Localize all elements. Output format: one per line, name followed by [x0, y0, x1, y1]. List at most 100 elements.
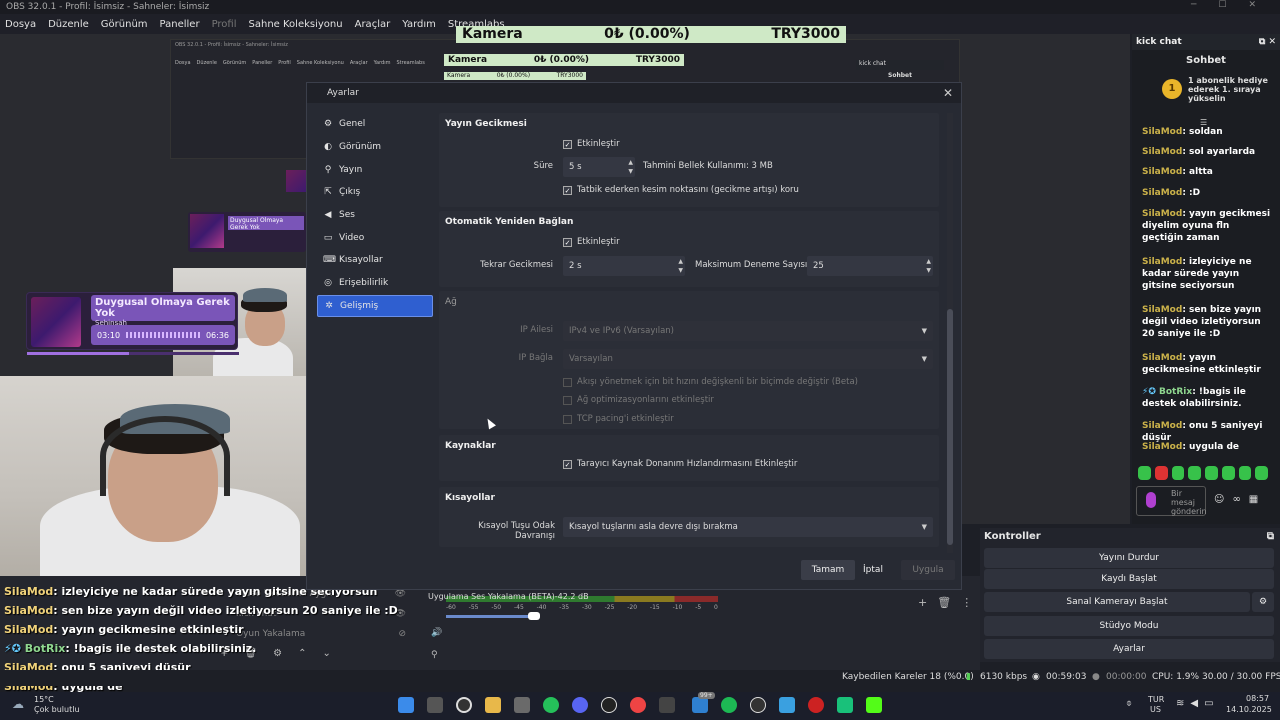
studio-mode-button[interactable]: Stüdyo Modu — [984, 616, 1274, 636]
weather-temp[interactable]: 15°C — [34, 695, 54, 704]
weather-desc[interactable]: Çok bulutlu — [34, 705, 80, 714]
cancel-button[interactable]: İptal — [851, 560, 895, 580]
spinner-icon[interactable]: ▲ ▼ — [628, 158, 633, 176]
close-icon[interactable]: ✕ — [943, 86, 953, 100]
nav-stream[interactable]: ⚲ Yayın — [317, 158, 433, 181]
input-language[interactable]: TUR — [1148, 695, 1164, 704]
checkbox[interactable]: ✓ — [563, 185, 572, 195]
obs-icon[interactable] — [750, 697, 766, 713]
menu-scene-collection[interactable]: Sahne Koleksiyonu — [249, 19, 343, 30]
kick-icon[interactable] — [866, 697, 882, 713]
wifi-icon[interactable]: ≋ — [1176, 698, 1184, 709]
whatsapp-icon[interactable] — [543, 697, 559, 713]
start-recording-button[interactable]: Kaydı Başlat — [984, 569, 1274, 589]
menu-profile[interactable]: Profil — [212, 19, 237, 30]
menu-file[interactable]: Dosya — [5, 19, 36, 30]
maximize-icon[interactable]: ☐ — [1218, 0, 1226, 14]
virtual-camera-settings-icon[interactable]: ⚙ — [1252, 592, 1274, 612]
link-icon[interactable]: ⚲ — [431, 650, 438, 660]
menu-view[interactable]: Görünüm — [101, 19, 148, 30]
nav-output[interactable]: ⇱ Çıkış — [317, 181, 433, 204]
menu-edit[interactable]: Düzenle — [48, 19, 89, 30]
ip-family-select[interactable]: IPv4 ve IPv6 (Varsayılan) ▼ — [563, 321, 933, 341]
start-virtual-camera-button[interactable]: Sanal Kamerayı Başlat — [984, 592, 1250, 612]
clock-time[interactable]: 08:57 — [1246, 694, 1269, 703]
clock-date[interactable]: 14.10.2025 — [1226, 705, 1272, 714]
tcp-pacing-checkbox[interactable]: TCP pacing'i etkinleştir — [563, 414, 674, 424]
nav-video[interactable]: ▭ Video — [317, 226, 433, 249]
discord-icon[interactable] — [572, 697, 588, 713]
menu-help[interactable]: Yardım — [402, 19, 436, 30]
ok-button[interactable]: Tamam — [801, 560, 855, 580]
volume-handle[interactable] — [528, 612, 540, 620]
delay-enable-checkbox[interactable]: ✓ Etkinleştir — [563, 139, 620, 149]
more-icon[interactable]: ⋮ — [961, 596, 972, 609]
apply-button[interactable]: Uygula — [901, 560, 955, 580]
input-region[interactable]: US — [1150, 705, 1161, 714]
speaker-icon[interactable]: 🔊 — [431, 628, 442, 638]
undock-icon[interactable]: ⧉ — [1267, 531, 1274, 542]
chrome-icon[interactable] — [630, 697, 646, 713]
network-optimizations-checkbox[interactable]: Ağ optimizasyonlarını etkinleştir — [563, 395, 714, 405]
mic-icon[interactable] — [1146, 492, 1156, 508]
menu-tools[interactable]: Araçlar — [355, 19, 391, 30]
nav-appearance[interactable]: ◐ Görünüm — [317, 136, 433, 159]
emote-icon[interactable] — [1171, 466, 1185, 480]
checkbox[interactable]: ✓ — [563, 459, 572, 469]
spinner-icon[interactable]: ▲ ▼ — [926, 257, 931, 275]
browser-hw-accel-checkbox[interactable]: ✓ Tarayıcı Kaynak Donanım Hızlandırmasını… — [563, 459, 797, 469]
close-icon[interactable]: ✕ — [1268, 37, 1276, 47]
dynamic-bitrate-checkbox[interactable]: Akışı yönetmek için bit hızını değişkenl… — [563, 377, 858, 387]
emote-icon[interactable] — [1138, 466, 1151, 480]
undock-icon[interactable]: ⧉ — [1259, 37, 1265, 47]
checkbox[interactable]: ✓ — [563, 237, 572, 247]
terminal-icon[interactable] — [659, 697, 675, 713]
chatgpt-icon[interactable] — [601, 697, 617, 713]
app-green-icon[interactable] — [837, 697, 853, 713]
retry-delay-input[interactable]: 2 s ▲ ▼ — [563, 256, 685, 276]
reconnect-enable-checkbox[interactable]: ✓ Etkinleştir — [563, 237, 620, 247]
emote-icon[interactable] — [1205, 466, 1218, 480]
spotify-icon[interactable] — [721, 697, 737, 713]
max-retries-input[interactable]: 25 ▲ ▼ — [807, 256, 933, 276]
settings-button[interactable]: Ayarlar — [984, 639, 1274, 659]
emote-icon[interactable] — [1221, 466, 1235, 480]
delay-duration-input[interactable]: 5 s ▲ ▼ — [563, 157, 635, 177]
search-icon[interactable] — [456, 697, 472, 713]
task-view-icon[interactable] — [427, 697, 443, 713]
delay-preserve-checkbox[interactable]: ✓ Tatbik ederken kesim noktasını (gecikme… — [563, 185, 799, 195]
app-red-icon[interactable] — [808, 697, 824, 713]
notepad-icon[interactable] — [779, 697, 795, 713]
checkbox[interactable]: ✓ — [563, 139, 572, 149]
nav-advanced[interactable]: ✲ Gelişmiş — [317, 294, 433, 318]
trash-icon[interactable]: 🗑 — [937, 596, 951, 609]
checkbox[interactable] — [563, 395, 572, 405]
mail-icon[interactable] — [692, 697, 708, 713]
battery-icon[interactable]: ▭ — [1204, 698, 1213, 709]
scrollbar-thumb[interactable] — [947, 309, 953, 545]
checkbox[interactable] — [563, 414, 572, 424]
emote-icon[interactable] — [1154, 466, 1168, 480]
mic-tray-icon[interactable]: ⌽ — [1126, 698, 1132, 709]
add-icon[interactable]: + — [918, 596, 927, 609]
store-icon[interactable]: ▦ — [1249, 494, 1258, 505]
emoji-icon[interactable]: ☺ — [1214, 494, 1224, 505]
nav-hotkeys[interactable]: ⌨ Kısayollar — [317, 249, 433, 272]
gift-banner[interactable]: 1 1 abonelik hediye ederek 1. sıraya yüks… — [1132, 72, 1280, 106]
hotkey-focus-select[interactable]: Kısayol tuşlarını asla devre dışı bırakm… — [563, 517, 933, 537]
windows-start-icon[interactable] — [398, 697, 414, 713]
volume-icon[interactable]: ◀ — [1190, 698, 1198, 709]
checkbox[interactable] — [563, 377, 572, 387]
emote-icon[interactable] — [1188, 466, 1201, 480]
folder-icon[interactable] — [485, 697, 501, 713]
nav-general[interactable]: ⚙ Genel — [317, 113, 433, 136]
close-icon[interactable]: ✕ — [1248, 0, 1256, 14]
menu-docks[interactable]: Paneller — [160, 19, 200, 30]
minimize-icon[interactable]: ─ — [1191, 0, 1196, 14]
spinner-icon[interactable]: ▲ ▼ — [678, 257, 683, 275]
bind-ip-select[interactable]: Varsayılan ▼ — [563, 349, 933, 369]
settings-scrollbar[interactable] — [947, 113, 953, 553]
nav-audio[interactable]: ◀ Ses — [317, 204, 433, 227]
infinity-icon[interactable]: ∞ — [1232, 494, 1240, 505]
emote-icon[interactable] — [1238, 466, 1252, 480]
